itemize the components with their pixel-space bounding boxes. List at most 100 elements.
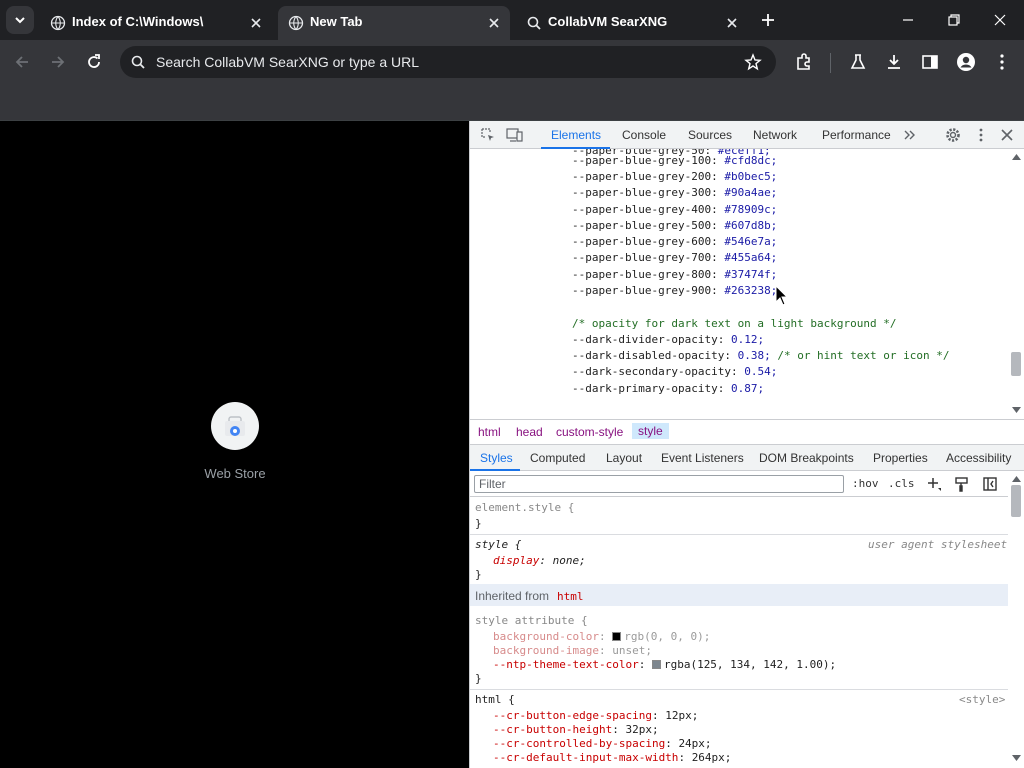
download-icon[interactable] bbox=[884, 52, 904, 72]
elements-scrollbar[interactable] bbox=[1008, 149, 1024, 419]
color-swatch[interactable] bbox=[612, 632, 622, 641]
css-declaration: --cr-button-height: 32px; bbox=[493, 723, 659, 736]
devtools-tab-console[interactable]: Console bbox=[622, 128, 666, 142]
new-tab-page: Web Store bbox=[0, 121, 469, 768]
css-declaration: background-color: rgb(0, 0, 0); bbox=[493, 630, 711, 643]
breadcrumb-html[interactable]: html bbox=[478, 425, 501, 439]
omnibox[interactable]: Search CollabVM SearXNG or type a URL bbox=[120, 46, 776, 78]
settings-gear-icon[interactable] bbox=[944, 126, 962, 144]
tab-collabvm-searxng[interactable]: CollabVM SearXNG bbox=[516, 6, 748, 40]
close-icon[interactable] bbox=[248, 15, 264, 31]
inherited-from-header: Inherited from html bbox=[470, 584, 1008, 606]
hov-toggle[interactable]: :hov bbox=[852, 477, 879, 490]
scroll-up-arrow-icon[interactable] bbox=[1012, 153, 1021, 160]
labs-flask-icon[interactable] bbox=[848, 52, 868, 72]
rule-divider bbox=[470, 689, 1008, 690]
rule-close-brace: } bbox=[475, 568, 482, 581]
devtools-more-icon[interactable] bbox=[973, 127, 989, 143]
code-line: --paper-blue-grey-400: #78909c; bbox=[572, 203, 778, 216]
breadcrumb-head[interactable]: head bbox=[516, 425, 543, 439]
toggle-sidebar-icon[interactable] bbox=[982, 476, 998, 492]
profile-avatar-icon[interactable] bbox=[956, 52, 976, 72]
web-store-label: Web Store bbox=[204, 466, 266, 481]
side-tab-styles[interactable]: Styles bbox=[480, 451, 513, 465]
code-line: --paper-blue-grey-100: #cfd8dc; bbox=[572, 154, 778, 167]
omnibox-placeholder: Search CollabVM SearXNG or type a URL bbox=[156, 54, 419, 70]
web-store-icon bbox=[225, 416, 245, 436]
devtools-tab-bar: Elements Console Sources Network Perform… bbox=[470, 121, 1024, 149]
element-style-selector: element.style { bbox=[475, 501, 575, 514]
restore-icon[interactable] bbox=[946, 12, 962, 28]
css-declaration: --cr-controlled-by-spacing: 24px; bbox=[493, 737, 712, 750]
new-tab-plus-icon[interactable] bbox=[758, 10, 778, 30]
style-source-link[interactable]: <style> bbox=[959, 693, 1005, 706]
side-tab-layout[interactable]: Layout bbox=[606, 451, 642, 465]
minimize-icon[interactable] bbox=[900, 12, 916, 28]
styles-filter-input[interactable]: Filter bbox=[474, 475, 844, 493]
reload-icon[interactable] bbox=[84, 52, 104, 72]
cls-toggle[interactable]: .cls bbox=[888, 477, 915, 490]
back-arrow-icon[interactable] bbox=[12, 52, 32, 72]
inspect-element-icon[interactable] bbox=[480, 127, 496, 143]
devtools-tab-elements[interactable]: Elements bbox=[551, 128, 601, 142]
devtools-panel: Elements Console Sources Network Perform… bbox=[469, 121, 1024, 768]
css-declaration: --ntp-theme-text-color: rgba(125, 134, 1… bbox=[493, 658, 837, 671]
css-declaration: background-image: unset; bbox=[493, 644, 652, 657]
code-line: --dark-disabled-opacity: 0.38; /* or hin… bbox=[572, 349, 950, 362]
scroll-thumb[interactable] bbox=[1011, 485, 1021, 517]
close-window-icon[interactable] bbox=[992, 12, 1008, 28]
scroll-up-arrow-icon[interactable] bbox=[1012, 475, 1021, 482]
rule-divider bbox=[470, 534, 1008, 535]
scroll-down-arrow-icon[interactable] bbox=[1012, 755, 1021, 762]
side-tab-dom-breakpoints[interactable]: DOM Breakpoints bbox=[759, 451, 854, 465]
new-style-rule-plus-icon[interactable] bbox=[926, 476, 942, 492]
css-declaration: display: none; bbox=[493, 554, 586, 567]
tab-title: New Tab bbox=[310, 14, 363, 29]
inherited-from-link[interactable]: html bbox=[557, 590, 584, 603]
scroll-down-arrow-icon[interactable] bbox=[1012, 407, 1021, 414]
styles-pane[interactable]: element.style { } style { user agent sty… bbox=[470, 497, 1008, 768]
close-icon[interactable] bbox=[486, 15, 502, 31]
tab-title: Index of C:\Windows\ bbox=[72, 14, 204, 29]
chevron-down-icon bbox=[15, 17, 25, 24]
devtools-tab-performance[interactable]: Performance bbox=[822, 128, 891, 142]
style-attribute-selector: style attribute { bbox=[475, 614, 588, 627]
close-icon[interactable] bbox=[724, 15, 740, 31]
styles-filter-row: Filter :hov .cls bbox=[470, 471, 1010, 497]
more-tabs-chevron-icon[interactable] bbox=[902, 127, 918, 143]
devtools-tab-network[interactable]: Network bbox=[753, 128, 797, 142]
styles-scrollbar[interactable] bbox=[1008, 471, 1024, 768]
side-tab-computed[interactable]: Computed bbox=[530, 451, 585, 465]
code-line: --paper-blue-grey-900: #263238; bbox=[572, 284, 778, 297]
side-panel-icon[interactable] bbox=[920, 52, 940, 72]
bookmark-star-icon[interactable] bbox=[744, 53, 762, 71]
side-tab-event-listeners[interactable]: Event Listeners bbox=[661, 451, 744, 465]
devtools-tab-sources[interactable]: Sources bbox=[688, 128, 732, 142]
globe-icon bbox=[288, 15, 304, 31]
forward-arrow-icon[interactable] bbox=[48, 52, 68, 72]
paint-roller-icon[interactable] bbox=[954, 476, 970, 492]
ua-style-selector: style { bbox=[475, 538, 522, 551]
toolbar: Search CollabVM SearXNG or type a URL bbox=[0, 40, 1024, 84]
device-toolbar-icon[interactable] bbox=[506, 127, 524, 143]
styles-tab-bar: Styles Computed Layout Event Listeners D… bbox=[470, 445, 1024, 471]
rule-close-brace: } bbox=[475, 517, 482, 530]
breadcrumb-style[interactable]: style bbox=[632, 423, 669, 439]
extensions-puzzle-icon[interactable] bbox=[794, 52, 814, 72]
tab-index-windows[interactable]: Index of C:\Windows\ bbox=[40, 6, 272, 40]
tab-search-button[interactable] bbox=[6, 6, 34, 34]
side-tab-accessibility[interactable]: Accessibility bbox=[946, 451, 1011, 465]
breadcrumb-custom-style[interactable]: custom-style bbox=[556, 425, 623, 439]
web-store-shortcut[interactable] bbox=[211, 402, 259, 450]
css-declaration: --cr-default-input-max-width: 264px; bbox=[493, 751, 732, 764]
side-tab-properties[interactable]: Properties bbox=[873, 451, 928, 465]
devtools-close-icon[interactable] bbox=[999, 127, 1015, 143]
code-comment: /* opacity for dark text on a light back… bbox=[572, 317, 897, 330]
scroll-thumb[interactable] bbox=[1011, 352, 1021, 376]
color-swatch[interactable] bbox=[651, 660, 661, 669]
tab-new-tab[interactable]: New Tab bbox=[278, 6, 510, 40]
searxng-icon bbox=[131, 55, 145, 69]
elements-source-view[interactable]: --paper-blue-grey-50: #eceff1; --paper-b… bbox=[470, 149, 1010, 419]
more-vert-icon[interactable] bbox=[992, 52, 1012, 72]
ua-source-label: user agent stylesheet bbox=[868, 538, 1008, 551]
